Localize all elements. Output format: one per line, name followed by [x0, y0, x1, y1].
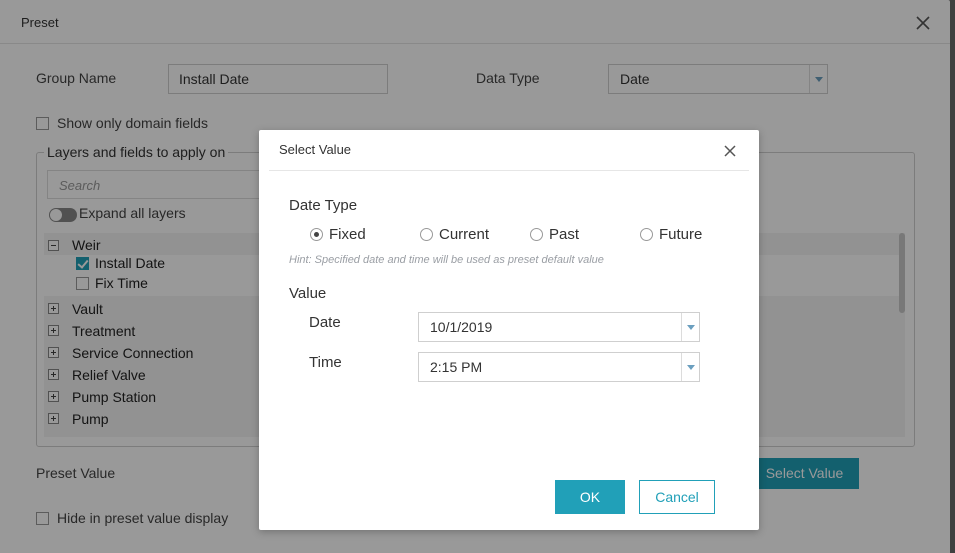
radio-past-label: Past	[549, 226, 580, 243]
radio-current-label: Current	[439, 226, 490, 243]
time-label: Time	[309, 354, 342, 371]
date-picker[interactable]: 10/1/2019	[418, 312, 700, 342]
radio-past[interactable]	[530, 228, 543, 241]
date-label: Date	[309, 314, 341, 331]
date-type-heading: Date Type	[289, 197, 358, 214]
radio-future-label: Future	[659, 226, 703, 243]
time-picker[interactable]: 2:15 PM	[418, 352, 700, 382]
hint-text: Hint: Specified date and time will be us…	[289, 254, 604, 266]
radio-current[interactable]	[420, 228, 433, 241]
time-value: 2:15 PM	[430, 359, 483, 375]
ok-button[interactable]: OK	[555, 480, 625, 514]
chevron-down-icon[interactable]	[681, 313, 699, 341]
select-value-dialog: Select Value Date Type Fixed Current Pas…	[259, 130, 759, 530]
radio-fixed-label: Fixed	[329, 226, 366, 243]
date-value: 10/1/2019	[430, 319, 493, 335]
radio-future[interactable]	[640, 228, 653, 241]
select-value-title: Select Value	[279, 142, 352, 157]
close-icon[interactable]	[721, 142, 739, 160]
radio-fixed[interactable]	[310, 228, 323, 241]
chevron-down-icon[interactable]	[681, 353, 699, 381]
value-heading: Value	[289, 285, 327, 302]
cancel-button[interactable]: Cancel	[639, 480, 715, 514]
dialog-divider	[269, 170, 749, 171]
